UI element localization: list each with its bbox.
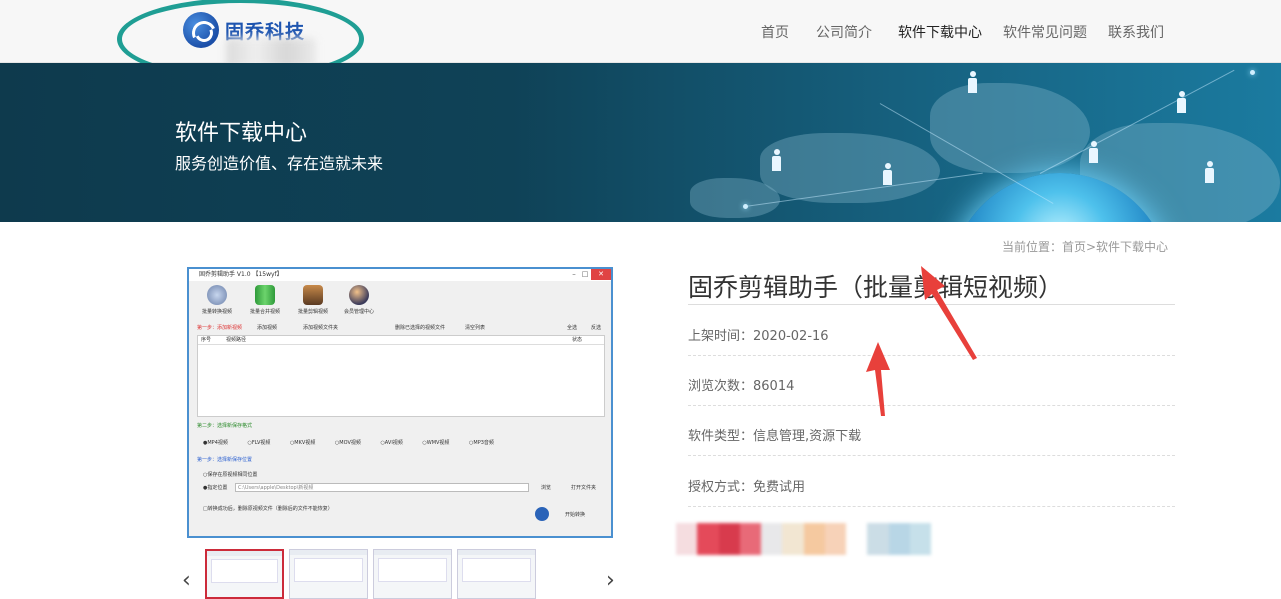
clapper-icon xyxy=(303,285,323,305)
col-index: 序号 xyxy=(201,337,212,343)
site-header: 固乔科技 首页 公司简介 软件下载中心 软件常见问题 联系我们 xyxy=(0,0,1281,80)
invert-select-action: 反选 xyxy=(591,325,602,331)
browse-action: 浏览 xyxy=(541,485,552,491)
add-folder-action: 添加视频文件夹 xyxy=(303,325,339,331)
custom-location-option: ●指定位置 xyxy=(203,485,228,491)
gallery-thumbnail[interactable] xyxy=(205,549,284,599)
person-icon xyxy=(1089,141,1098,163)
network-node xyxy=(743,204,748,209)
release-date: 上架时间：2020-02-16 xyxy=(688,329,829,344)
nav-contact[interactable]: 联系我们 xyxy=(1108,22,1164,42)
breadcrumb: 当前位置：首页>软件下载中心 xyxy=(1002,240,1169,254)
film-reel-icon xyxy=(207,285,227,305)
gallery-thumbnail[interactable] xyxy=(457,549,536,599)
users-icon xyxy=(349,285,369,305)
gallery-thumbnail[interactable] xyxy=(373,549,452,599)
app-titlebar: 固乔剪辑助手 V1.0 【15wyf】 – □ ✕ xyxy=(189,269,611,281)
delete-selected-action: 删除已选择的视频文件 xyxy=(395,325,446,331)
tool-label: 批量剪辑视频 xyxy=(297,309,328,315)
person-icon xyxy=(883,163,892,185)
add-video-action: 添加视频 xyxy=(257,325,278,331)
film-strip-icon xyxy=(255,285,275,305)
person-icon xyxy=(1205,161,1214,183)
step1-label: 第一步：添加新视频 xyxy=(197,325,243,331)
nav-faq[interactable]: 软件常见问题 xyxy=(1003,22,1087,42)
views-row: 浏览次数：86014 xyxy=(688,356,1175,406)
annotation-arrow xyxy=(866,342,890,416)
minimize-icon: – xyxy=(572,270,576,278)
start-icon xyxy=(535,507,549,521)
gallery-next-button[interactable]: › xyxy=(606,570,615,592)
person-icon xyxy=(968,71,977,93)
banner-subtitle: 服务创造价值、存在造就未来 xyxy=(175,154,384,173)
license-row: 授权方式：免费试用 xyxy=(688,457,1175,507)
step2-label: 第二步：选择新保存格式 xyxy=(197,423,253,429)
maximize-icon: □ xyxy=(581,270,589,278)
page-banner: 软件下载中心 服务创造价值、存在造就未来 xyxy=(0,63,1281,222)
software-category: 软件类型：信息管理,资源下载 xyxy=(688,429,862,444)
product-title: 固乔剪辑助手（批量剪辑短视频） xyxy=(688,273,1064,302)
blurred-download-buttons[interactable] xyxy=(676,523,931,555)
gallery-thumbnail[interactable] xyxy=(289,549,368,599)
category-row: 软件类型：信息管理,资源下载 xyxy=(688,406,1175,456)
tool-edit: 批量剪辑视频 xyxy=(293,285,333,315)
app-window-title: 固乔剪辑助手 V1.0 【15wyf】 xyxy=(199,271,283,278)
same-location-option: ○保存在原视频相同位置 xyxy=(203,472,258,478)
banner-title: 软件下载中心 xyxy=(175,121,308,146)
tool-member: 会员管理中心 xyxy=(339,285,379,315)
gallery-prev-button[interactable]: ‹ xyxy=(182,570,191,592)
tool-label: 会员管理中心 xyxy=(343,309,374,315)
close-icon: ✕ xyxy=(591,269,611,280)
nav-home[interactable]: 首页 xyxy=(761,22,789,42)
tool-label: 批量合并视频 xyxy=(249,309,280,315)
nav-downloads[interactable]: 软件下载中心 xyxy=(898,22,982,42)
map-continent xyxy=(760,133,940,203)
format-options: ●MP4视频 ○FLV视频 ○MKV视频 ○MOV视频 ○AVI视频 ○WMV视… xyxy=(203,440,494,446)
license-type: 授权方式：免费试用 xyxy=(688,480,806,495)
video-list: 序号 视频路径 状态 xyxy=(197,335,605,417)
tool-label: 批量转换视频 xyxy=(201,309,232,315)
step3-label: 第一步：选择新保存位置 xyxy=(197,457,253,463)
nav-about[interactable]: 公司简介 xyxy=(816,22,872,42)
list-header: 序号 视频路径 状态 xyxy=(198,336,604,345)
network-node xyxy=(1250,70,1255,75)
select-all-action: 全选 xyxy=(567,325,578,331)
col-status: 状态 xyxy=(572,337,583,343)
start-convert-label: 开始转换 xyxy=(565,512,586,518)
tool-merge: 批量合并视频 xyxy=(245,285,285,315)
col-path: 视频路径 xyxy=(226,337,247,343)
clear-list-action: 清空列表 xyxy=(465,325,486,331)
person-icon xyxy=(1177,91,1186,113)
open-folder-action: 打开文件夹 xyxy=(571,485,597,491)
map-continent xyxy=(690,178,780,218)
delete-after-option: □转换成功后，删除原视频文件（删除后的文件不能恢复） xyxy=(203,506,333,512)
view-count: 浏览次数：86014 xyxy=(688,379,795,394)
annotation-arrow xyxy=(921,266,977,360)
person-icon xyxy=(772,149,781,171)
product-screenshot[interactable]: 固乔剪辑助手 V1.0 【15wyf】 – □ ✕ 批量转换视频 批量合并视频 … xyxy=(187,267,613,538)
tool-convert: 批量转换视频 xyxy=(197,285,237,315)
path-field: C:\Users\apple\Desktop\新视频 xyxy=(235,483,529,492)
